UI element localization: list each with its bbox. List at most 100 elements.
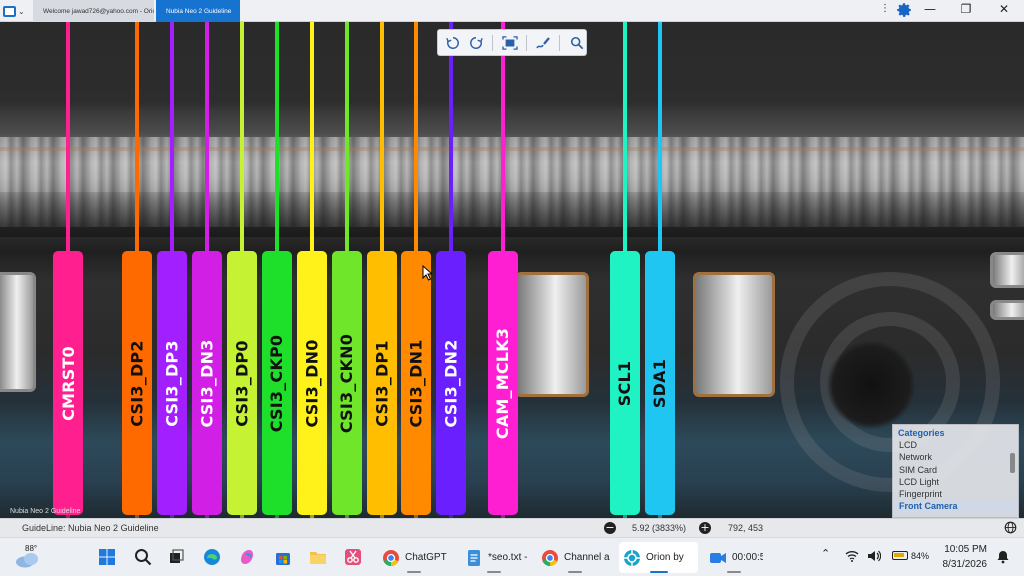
chrome-icon [541,549,559,567]
solder-pad [990,252,1024,288]
notification-bell-icon[interactable] [996,550,1010,564]
probe-label-text: CAM_MCLK3 [493,327,513,439]
probe-label[interactable]: CSI3_DN1 [401,251,431,515]
probe-label[interactable]: CSI3_DP2 [122,251,152,515]
window-menu-button[interactable]: ⌄ [3,2,29,20]
probe-label-text: CSI3_CKN0 [337,333,357,433]
gear-icon[interactable] [895,1,913,19]
probe-line [414,22,418,262]
probe-label-text: CSI3_DN3 [197,338,217,428]
zoom-in-button[interactable]: + [699,522,711,534]
taskbar-app-label: ChatGPT [405,552,447,563]
store-button[interactable] [273,547,293,567]
taskbar-app-label: 00:00:5 [732,552,763,563]
title-bar: ⌄ Welcome jawad726@yahoo.com - Orion Nub… [0,0,1024,22]
status-bar: GuideLine: Nubia Neo 2 Guideline − 5.92 … [0,518,1024,537]
globe-icon[interactable] [1004,521,1017,534]
probe-label-text: SDA1 [650,358,670,408]
probe-label[interactable]: SCL1 [610,251,640,515]
volume-icon[interactable] [867,549,881,563]
scissors-icon [345,549,361,565]
taskbar-app-label: Orion by [646,552,684,563]
probe-label-text: CSI3_DN2 [441,338,461,428]
category-item[interactable]: Front Camera [893,500,1018,513]
app-window-icon [3,5,16,17]
probe-label-text: CSI3_DP0 [232,339,252,427]
probe-label-text: CSI3_DN1 [406,338,426,428]
probe-label[interactable]: CMRST0 [53,251,83,515]
solder-pad [0,272,36,392]
edge-button[interactable] [202,547,222,567]
via-hole [826,340,916,430]
zoom-out-button[interactable]: − [604,522,616,534]
taskbar: 88° ChatGPT *seo.txt - Channel a Orion by 00… [0,537,1024,576]
close-button[interactable]: ✕ [994,2,1014,16]
category-item[interactable]: LCD Light [893,476,1018,488]
more-options-icon[interactable]: ⋮ [880,3,890,14]
taskbar-app-label: Channel a [564,552,610,563]
clock-date[interactable]: 8/31/2026 [936,559,988,570]
taskbar-app-button[interactable]: Orion by [619,542,698,573]
search-button[interactable] [567,33,586,53]
start-button[interactable] [97,547,117,567]
maximize-button[interactable]: ❐ [956,2,976,16]
fit-to-screen-button[interactable] [500,33,519,53]
minimize-button[interactable]: — [920,2,940,16]
taskbar-app-button[interactable]: *seo.txt - [461,542,527,573]
taskbar-app-button[interactable]: ChatGPT [378,542,450,573]
rotate-left-button[interactable] [444,33,463,53]
probe-label[interactable]: CAM_MCLK3 [488,251,518,515]
wifi-icon[interactable] [845,550,859,562]
fit-screen-icon [501,35,518,50]
solder-pad [693,272,775,397]
file-explorer-button[interactable] [308,547,328,567]
clock-time[interactable]: 10:05 PM [943,544,987,555]
tab-welcome[interactable]: Welcome jawad726@yahoo.com - Orion [33,0,154,22]
probe-line [275,22,279,262]
probe-label[interactable]: CSI3_DP3 [157,251,187,515]
probe-label[interactable]: SDA1 [645,251,675,515]
toolbar-divider [525,34,527,51]
edge-browser-icon [204,549,220,565]
probe-label[interactable]: CSI3_DP0 [227,251,257,515]
task-view-icon [170,549,184,563]
probe-label[interactable]: CSI3_DP1 [367,251,397,515]
tab-nubia-guideline[interactable]: Nubia Neo 2 Guideline [156,0,240,22]
probe-label-text: CMRST0 [58,345,78,421]
board-image-viewer[interactable]: CMRST0 CSI3_DP2 CSI3_DP3 CSI3_DN3 CSI3_DP0 CS… [0,22,1024,518]
orion-icon [623,549,641,567]
task-view-button[interactable] [166,547,186,567]
running-indicator [568,571,582,573]
solder-pad [990,300,1024,320]
taskbar-app-button[interactable]: Channel a [537,542,613,573]
probe-label[interactable]: CSI3_CKN0 [332,251,362,515]
show-hidden-icons-button[interactable]: ⌃ [821,547,830,560]
category-item[interactable]: LCD [893,439,1018,451]
category-item[interactable]: Network [893,451,1018,463]
battery-icon[interactable] [892,551,908,560]
running-indicator [649,571,668,573]
rotate-right-button[interactable] [467,33,486,53]
probe-line [380,22,384,262]
probe-label[interactable]: CSI3_DN3 [192,251,222,515]
snipping-tool-button[interactable] [343,547,363,567]
taskbar-app-button[interactable]: 00:00:5 [705,542,763,573]
category-item[interactable]: SIM Card [893,464,1018,476]
probe-tool-button[interactable] [534,33,553,53]
board-shadow [0,192,1024,237]
copper-trace [0,147,1024,151]
notepad-icon [465,549,483,567]
battery-percent: 84% [911,551,930,561]
toolbar-divider [492,34,494,51]
categories-scrollbar[interactable] [1010,453,1015,473]
category-item[interactable]: Fingerprint [893,488,1018,500]
windows-logo-icon [99,549,115,565]
probe-label[interactable]: CSI3_DN2 [436,251,466,515]
copilot-button[interactable] [237,547,257,567]
guideline-label: GuideLine: Nubia Neo 2 Guideline [22,523,159,533]
probe-label[interactable]: CSI3_CKP0 [262,251,292,515]
probe-label-text: CSI3_DP3 [162,339,182,427]
probe-line [240,22,244,262]
probe-label[interactable]: CSI3_DN0 [297,251,327,515]
taskbar-search-button[interactable] [133,547,153,567]
